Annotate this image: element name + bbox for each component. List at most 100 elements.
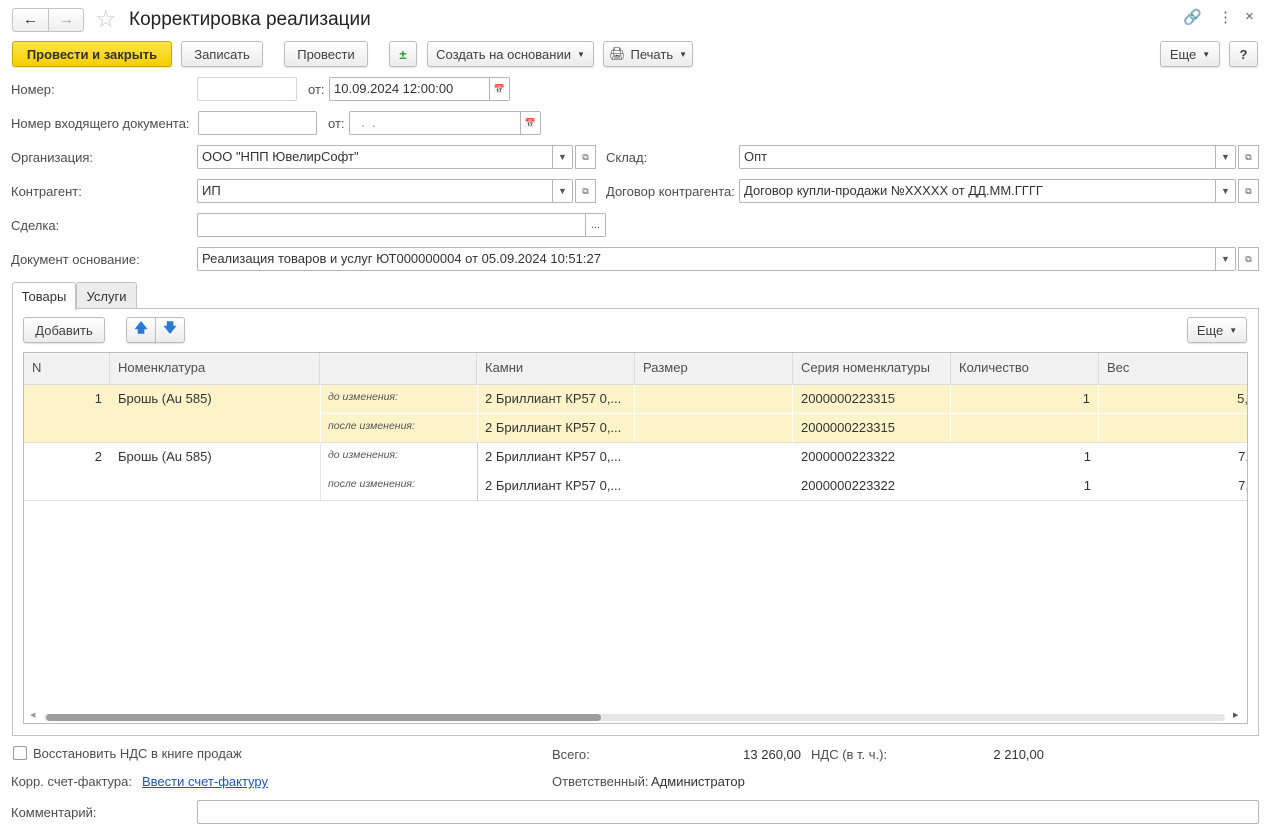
- movements-button[interactable]: ±: [389, 41, 417, 67]
- change-label[interactable]: до изменения:: [320, 385, 477, 413]
- col-size[interactable]: Размер: [635, 353, 793, 385]
- item-name[interactable]: Брошь (Au 585): [110, 385, 320, 413]
- contract-field[interactable]: Договор купли-продажи №XXXXX от ДД.ММ.ГГ…: [739, 179, 1236, 203]
- comment-field[interactable]: [197, 800, 1259, 824]
- open-contract-icon[interactable]: ⧉: [1238, 179, 1259, 203]
- scroll-right-icon[interactable]: ▶: [1233, 711, 1238, 719]
- change-label[interactable]: после изменения:: [320, 414, 477, 442]
- restore-vat-label[interactable]: Восстановить НДС в книге продаж: [33, 746, 242, 762]
- horizontal-scrollbar[interactable]: ◀ ▶: [24, 711, 1247, 723]
- stones-cell[interactable]: 2 Бриллиант КР57 0,...: [477, 443, 635, 471]
- size-cell[interactable]: [635, 472, 793, 500]
- row-number[interactable]: 1: [24, 385, 110, 413]
- help-button[interactable]: ?: [1229, 41, 1258, 67]
- table-row[interactable]: 1 Брошь (Au 585) до изменения: 2 Бриллиант …: [24, 385, 1247, 443]
- warehouse-label: Склад:: [606, 150, 648, 165]
- back-button[interactable]: ←: [13, 9, 49, 31]
- dropdown-icon: ▼: [1202, 49, 1211, 59]
- sub-row-divider: [320, 413, 1247, 414]
- counterparty-field[interactable]: ИП ▼: [197, 179, 573, 203]
- calendar-icon[interactable]: 📅: [520, 112, 540, 134]
- col-qty[interactable]: Количество: [951, 353, 1099, 385]
- item-name[interactable]: Брошь (Au 585): [110, 443, 320, 471]
- create-based-button[interactable]: Создать на основании ▼: [427, 41, 594, 67]
- incoming-number-label: Номер входящего документа:: [11, 116, 190, 131]
- series-cell[interactable]: 2000000223322: [793, 443, 951, 471]
- restore-vat-checkbox[interactable]: [13, 746, 27, 760]
- change-label[interactable]: до изменения:: [320, 443, 477, 471]
- qty-cell[interactable]: 1: [951, 472, 1099, 500]
- series-cell[interactable]: 2000000223322: [793, 472, 951, 500]
- organization-field[interactable]: ООО "НПП ЮвелирСофт" ▼: [197, 145, 573, 169]
- move-up-button[interactable]: 🡅: [126, 317, 156, 343]
- col-item[interactable]: Номенклатура: [110, 353, 320, 385]
- forward-button[interactable]: →: [49, 9, 84, 31]
- tab-services[interactable]: Услуги: [76, 282, 137, 309]
- col-weight[interactable]: Вес: [1099, 353, 1247, 385]
- invoice-label: Корр. счет-фактура:: [11, 774, 132, 789]
- dropdown-icon[interactable]: ▼: [552, 180, 572, 202]
- deal-field[interactable]: ...: [197, 213, 606, 237]
- select-button[interactable]: ...: [585, 214, 605, 236]
- close-icon[interactable]: ×: [1245, 8, 1254, 25]
- change-label[interactable]: после изменения:: [320, 472, 477, 500]
- add-button[interactable]: Добавить: [23, 317, 105, 343]
- series-cell[interactable]: 2000000223315: [793, 385, 951, 413]
- table-row[interactable]: 2 Брошь (Au 585) до изменения: 2 Бриллиант …: [24, 443, 1247, 501]
- row-number[interactable]: 2: [24, 443, 110, 471]
- stones-cell[interactable]: 2 Бриллиант КР57 0,...: [477, 414, 635, 442]
- series-cell[interactable]: 2000000223315: [793, 414, 951, 442]
- counterparty-label: Контрагент:: [11, 184, 82, 199]
- weight-cell[interactable]: [1099, 414, 1247, 442]
- more-button[interactable]: Еще ▼: [1160, 41, 1220, 67]
- incoming-number-field[interactable]: [198, 111, 317, 135]
- scroll-left-icon[interactable]: ◀: [30, 711, 35, 719]
- date-field[interactable]: 10.09.2024 12:00:00 📅: [329, 77, 510, 101]
- dropdown-icon[interactable]: ▼: [1215, 180, 1235, 202]
- col-series[interactable]: Серия номенклатуры: [793, 353, 951, 385]
- nav-group: ← →: [12, 8, 84, 32]
- incoming-date-field[interactable]: . . 📅: [349, 111, 541, 135]
- vat-label: НДС (в т. ч.):: [811, 747, 888, 762]
- col-change[interactable]: [320, 353, 477, 385]
- number-field[interactable]: [197, 77, 297, 101]
- weight-cell[interactable]: 7,: [1099, 472, 1247, 500]
- scroll-thumb[interactable]: [46, 714, 601, 721]
- post-button[interactable]: Провести: [284, 41, 368, 67]
- size-cell[interactable]: [635, 414, 793, 442]
- open-counterparty-icon[interactable]: ⧉: [575, 179, 596, 203]
- more-label: Еще: [1169, 46, 1197, 62]
- stones-cell[interactable]: 2 Бриллиант КР57 0,...: [477, 385, 635, 413]
- print-button[interactable]: 🖨 Печать ▼: [603, 41, 693, 67]
- base-document-field[interactable]: Реализация товаров и услуг ЮТ000000004 о…: [197, 247, 1236, 271]
- open-base-document-icon[interactable]: ⧉: [1238, 247, 1259, 271]
- warehouse-field[interactable]: Опт ▼: [739, 145, 1236, 169]
- dropdown-icon[interactable]: ▼: [552, 146, 572, 168]
- qty-cell[interactable]: 1: [951, 443, 1099, 471]
- col-n[interactable]: N: [24, 353, 110, 385]
- star-icon[interactable]: ☆: [95, 5, 117, 34]
- stones-cell[interactable]: 2 Бриллиант КР57 0,...: [477, 472, 635, 500]
- size-cell[interactable]: [635, 385, 793, 413]
- tab-goods[interactable]: Товары: [12, 282, 76, 310]
- deal-label: Сделка:: [11, 218, 60, 233]
- dropdown-icon[interactable]: ▼: [1215, 248, 1235, 270]
- dropdown-icon[interactable]: ▼: [1215, 146, 1235, 168]
- table-more-button[interactable]: Еще ▼: [1187, 317, 1247, 343]
- post-and-close-button[interactable]: Провести и закрыть: [12, 41, 172, 67]
- col-stones[interactable]: Камни: [477, 353, 635, 385]
- qty-cell[interactable]: [951, 414, 1099, 442]
- invoice-link[interactable]: Ввести счет-фактуру: [142, 774, 268, 790]
- arrow-up-icon: 🡅: [134, 320, 148, 335]
- save-button[interactable]: Записать: [181, 41, 263, 67]
- weight-cell[interactable]: 7,: [1099, 443, 1247, 471]
- open-warehouse-icon[interactable]: ⧉: [1238, 145, 1259, 169]
- move-down-button[interactable]: 🡇: [155, 317, 185, 343]
- size-cell[interactable]: [635, 443, 793, 471]
- calendar-icon[interactable]: 📅: [489, 78, 509, 100]
- qty-cell[interactable]: 1: [951, 385, 1099, 413]
- more-vert-icon[interactable]: ⋮: [1218, 8, 1233, 26]
- link-icon[interactable]: 🔗: [1183, 8, 1202, 26]
- weight-cell[interactable]: 5,: [1099, 385, 1247, 413]
- open-organization-icon[interactable]: ⧉: [575, 145, 596, 169]
